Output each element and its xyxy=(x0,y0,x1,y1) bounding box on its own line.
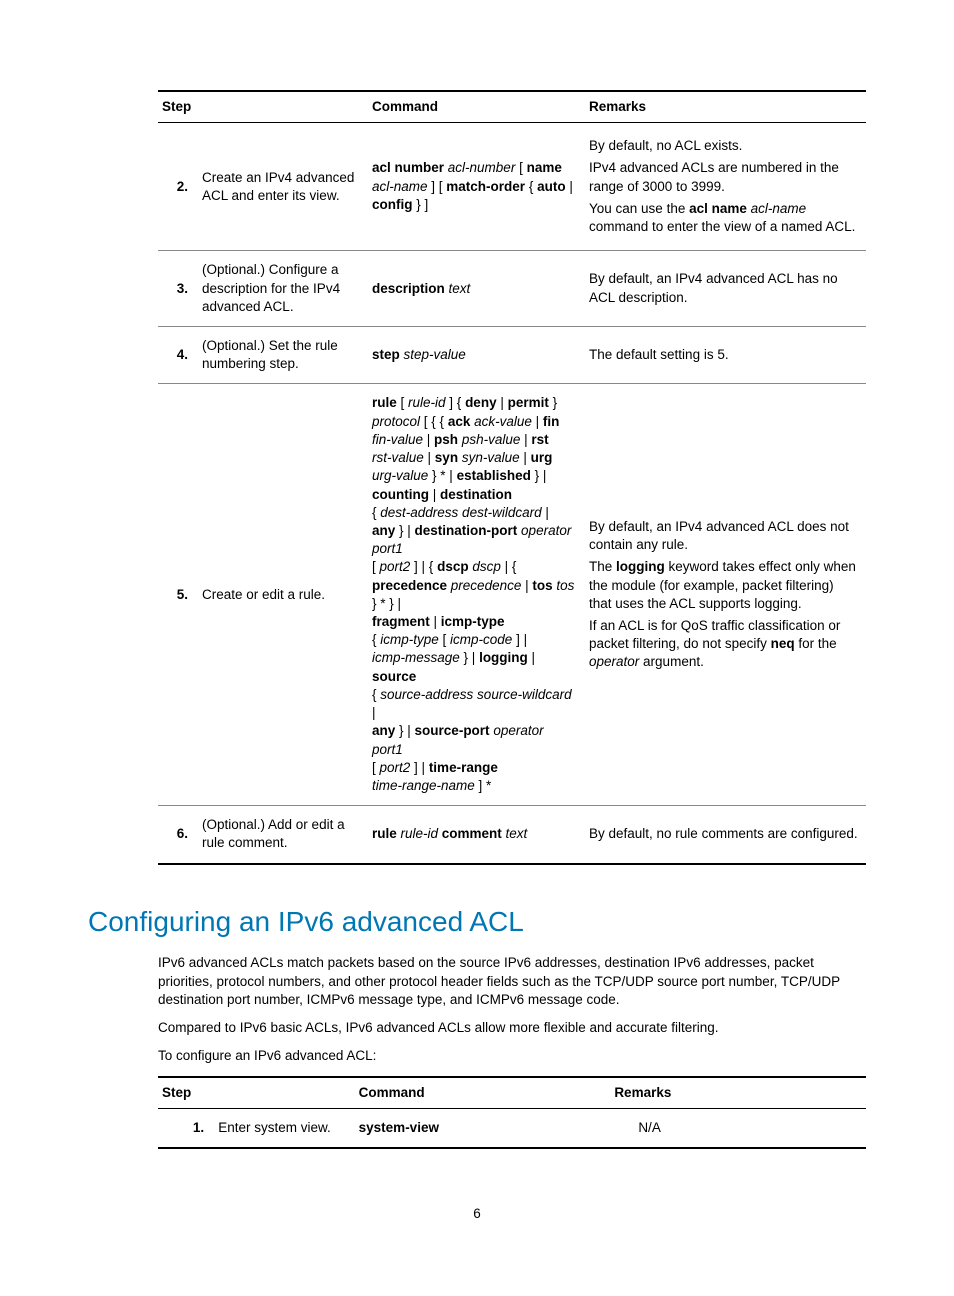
step-text: (Optional.) Configure a description for … xyxy=(198,251,368,327)
header-remarks: Remarks xyxy=(610,1077,866,1109)
remarks-cell: By default, no ACL exists. IPv4 advanced… xyxy=(585,123,866,251)
step-text: (Optional.) Set the rule numbering step. xyxy=(198,326,368,383)
table-row: 1. Enter system view. system-view N/A xyxy=(158,1108,866,1148)
header-step: Step xyxy=(158,1077,355,1109)
command-cell: acl number acl-number [ name acl-name ] … xyxy=(368,123,585,251)
page-number: 6 xyxy=(88,1205,866,1223)
body-paragraph: Compared to IPv6 basic ACLs, IPv6 advanc… xyxy=(158,1019,866,1037)
body-paragraph: To configure an IPv6 advanced ACL: xyxy=(158,1047,866,1065)
body-paragraph: IPv6 advanced ACLs match packets based o… xyxy=(158,954,866,1009)
step-number: 2. xyxy=(158,123,198,251)
step-number: 3. xyxy=(158,251,198,327)
table-row: 2. Create an IPv4 advanced ACL and enter… xyxy=(158,123,866,251)
command-cell: description text xyxy=(368,251,585,327)
remarks-cell: By default, an IPv4 advanced ACL has no … xyxy=(585,251,866,327)
header-command: Command xyxy=(355,1077,611,1109)
header-step: Step xyxy=(158,91,368,123)
command-cell: system-view xyxy=(355,1108,611,1148)
remarks-cell: The default setting is 5. xyxy=(585,326,866,383)
step-number: 1. xyxy=(158,1108,214,1148)
table-row: 3. (Optional.) Configure a description f… xyxy=(158,251,866,327)
table-row: 6. (Optional.) Add or edit a rule commen… xyxy=(158,806,866,864)
table-row: 5. Create or edit a rule. rule [ rule-id… xyxy=(158,384,866,806)
section-heading: Configuring an IPv6 advanced ACL xyxy=(88,903,866,941)
step-number: 6. xyxy=(158,806,198,864)
step-text: Create or edit a rule. xyxy=(198,384,368,806)
config-table-ipv4: Step Command Remarks 2. Create an IPv4 a… xyxy=(158,90,866,865)
config-table-ipv6: Step Command Remarks 1. Enter system vie… xyxy=(158,1076,866,1149)
command-cell: rule rule-id comment text xyxy=(368,806,585,864)
header-remarks: Remarks xyxy=(585,91,866,123)
step-text: Enter system view. xyxy=(214,1108,354,1148)
command-cell: step step-value xyxy=(368,326,585,383)
remarks-cell: By default, an IPv4 advanced ACL does no… xyxy=(585,384,866,806)
command-cell: rule [ rule-id ] { deny | permit } proto… xyxy=(368,384,585,806)
step-text: (Optional.) Add or edit a rule comment. xyxy=(198,806,368,864)
remarks-cell: By default, no rule comments are configu… xyxy=(585,806,866,864)
table-row: 4. (Optional.) Set the rule numbering st… xyxy=(158,326,866,383)
step-text: Create an IPv4 advanced ACL and enter it… xyxy=(198,123,368,251)
header-command: Command xyxy=(368,91,585,123)
remarks-cell: N/A xyxy=(610,1108,866,1148)
step-number: 5. xyxy=(158,384,198,806)
step-number: 4. xyxy=(158,326,198,383)
